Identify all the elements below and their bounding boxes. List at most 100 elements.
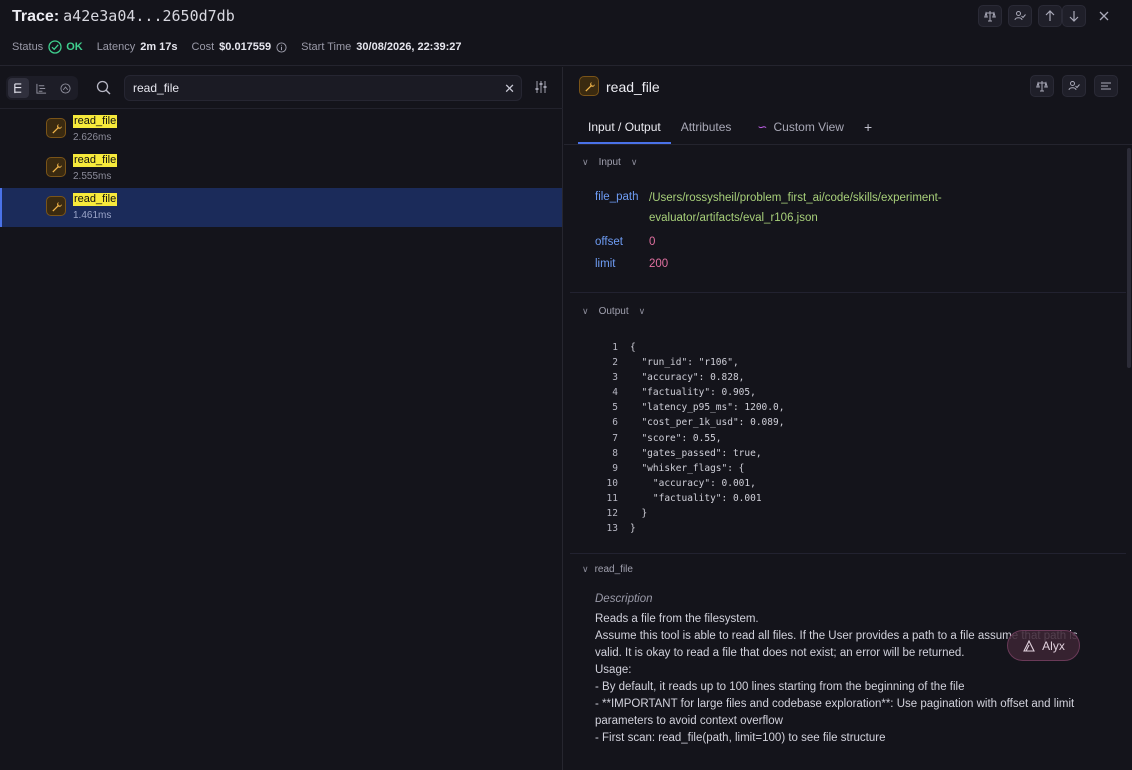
latency-label: Latency: [96, 41, 136, 53]
trace-header: Trace: a42e3a04...2650d7db Status OK Late…: [0, 0, 1132, 66]
graph-view-button[interactable]: [55, 78, 76, 98]
clear-search-icon[interactable]: ✕: [504, 81, 515, 97]
limit-key: limit: [595, 258, 616, 270]
code-line: 10 "accuracy": 0.001,: [604, 476, 784, 491]
code-text: }: [630, 523, 636, 535]
line-number: 2: [612, 357, 618, 369]
tab-input-output[interactable]: Input / Output: [578, 112, 671, 144]
wrench-icon: [51, 201, 62, 212]
tool-span-icon: [46, 196, 66, 216]
wrench-icon: [584, 81, 595, 92]
output-section-header[interactable]: ∨ Output ∨: [582, 306, 645, 317]
offset-value: 0: [649, 236, 656, 248]
span-duration: 1.461ms: [73, 210, 112, 221]
tree-view-button[interactable]: [8, 78, 30, 98]
code-line: 7 "score": 0.55,: [604, 431, 784, 446]
tree-icon: [14, 82, 22, 93]
span-row[interactable]: read_file 2.626ms: [0, 110, 562, 149]
line-number: 6: [612, 417, 618, 429]
output-code-block: 1{ 2 "run_id": "r106", 3 "accuracy": 0.8…: [604, 340, 785, 536]
next-trace-button[interactable]: [1062, 5, 1086, 27]
timeline-icon: [36, 83, 47, 94]
line-number: 1: [612, 342, 618, 353]
span-detail-header: read_file: [564, 67, 1132, 109]
code-text: "latency_p95_ms": 1200.0,: [630, 402, 785, 414]
span-row[interactable]: read_file 2.555ms: [0, 149, 562, 188]
code-text: "run_id": "r106",: [630, 357, 739, 369]
span-row-selected[interactable]: read_file 1.461ms: [0, 188, 562, 227]
line-number: 5: [612, 402, 618, 414]
line-number: 10: [606, 477, 618, 489]
trace-viewer: Trace: a42e3a04...2650d7db Status OK Late…: [0, 0, 1132, 770]
arrow-up-icon: [1045, 10, 1055, 21]
filter-settings-icon[interactable]: [534, 80, 548, 94]
info-icon[interactable]: [276, 41, 287, 53]
tab-custom-view[interactable]: ∽ Custom View: [747, 112, 854, 144]
code-text: "gates_passed": true,: [630, 447, 762, 459]
status-badge: OK: [66, 41, 83, 53]
menu-button[interactable]: [1094, 75, 1118, 97]
input-section-header[interactable]: ∨ Input ∨: [582, 157, 637, 168]
description-line: - **IMPORTANT for large files and codeba…: [595, 698, 1078, 727]
line-number: 11: [606, 492, 618, 504]
span-tree-panel: ✕ read_file 2.626ms read_file 2.555ms re…: [0, 67, 563, 770]
tab-attributes[interactable]: Attributes: [671, 112, 742, 144]
sparkle-icon: [1023, 639, 1036, 652]
description-line: Usage:: [595, 664, 632, 676]
header-actions: [978, 5, 1116, 27]
span-duration: 2.626ms: [73, 132, 112, 143]
wrench-icon: [51, 162, 62, 173]
user-check-icon: [1014, 11, 1026, 21]
tab-divider: [564, 144, 1132, 145]
limit-value: 200: [649, 258, 669, 270]
span-name: read_file: [73, 115, 118, 128]
detail-tabs: Input / Output Attributes ∽ Custom View +: [578, 111, 882, 145]
menu-icon: [1101, 82, 1111, 90]
detail-scrollbar[interactable]: [1127, 148, 1131, 368]
code-text: "factuality": 0.905,: [630, 387, 756, 399]
line-number: 13: [606, 523, 618, 535]
span-toolbar: ✕: [0, 67, 563, 109]
alyx-label: Alyx: [1042, 638, 1065, 653]
code-line: 11 "factuality": 0.001: [604, 491, 784, 506]
compare-button[interactable]: [978, 5, 1002, 27]
code-line: 2 "run_id": "r106",: [604, 355, 784, 370]
file-path-line: /Users/rossysheil/problem_first_ai/code/…: [649, 192, 942, 204]
chevron-down-icon: ∨: [582, 306, 589, 316]
line-number: 3: [612, 372, 618, 384]
start-time-label: Start Time: [301, 41, 352, 53]
page-title: Trace: a42e3a04...2650d7db: [12, 7, 235, 26]
span-name: read_file: [73, 154, 118, 167]
compare-span-button[interactable]: [1030, 75, 1054, 97]
tool-section-header[interactable]: ∨ read_file: [582, 564, 633, 575]
line-number: 7: [612, 432, 618, 444]
line-number: 12: [606, 508, 618, 520]
annotate-button[interactable]: [1008, 5, 1032, 27]
code-text: {: [630, 342, 636, 353]
span-detail-title: read_file: [606, 79, 660, 95]
chevron-down-icon: ∨: [582, 157, 589, 167]
input-section-label: Input: [598, 157, 621, 168]
code-line: 1{: [604, 340, 784, 355]
span-detail-panel: read_file Input / Output Attributes ∽ Cus…: [564, 67, 1132, 770]
line-number: 9: [612, 462, 618, 474]
view-mode-toggle: [6, 76, 78, 100]
previous-trace-button[interactable]: [1038, 5, 1062, 27]
code-line: 8 "gates_passed": true,: [604, 446, 784, 461]
cost-label: Cost: [191, 41, 215, 53]
close-icon: [1099, 11, 1109, 21]
search-input[interactable]: [133, 81, 483, 95]
close-button[interactable]: [1092, 5, 1116, 27]
span-search-box: ✕: [124, 75, 522, 101]
tool-span-icon: [579, 76, 599, 96]
add-tab-button[interactable]: +: [854, 112, 882, 144]
annotate-span-button[interactable]: [1062, 75, 1086, 97]
timeline-view-button[interactable]: [31, 78, 52, 98]
description-line: - By default, it reads up to 100 lines s…: [595, 681, 965, 693]
search-icon: [96, 80, 111, 95]
code-line: 6 "cost_per_1k_usd": 0.089,: [604, 415, 784, 430]
tool-span-icon: [46, 118, 66, 138]
line-number: 8: [612, 447, 618, 459]
alyx-assistant-button[interactable]: Alyx: [1007, 630, 1080, 661]
cost-value: $0.017559: [219, 41, 272, 53]
